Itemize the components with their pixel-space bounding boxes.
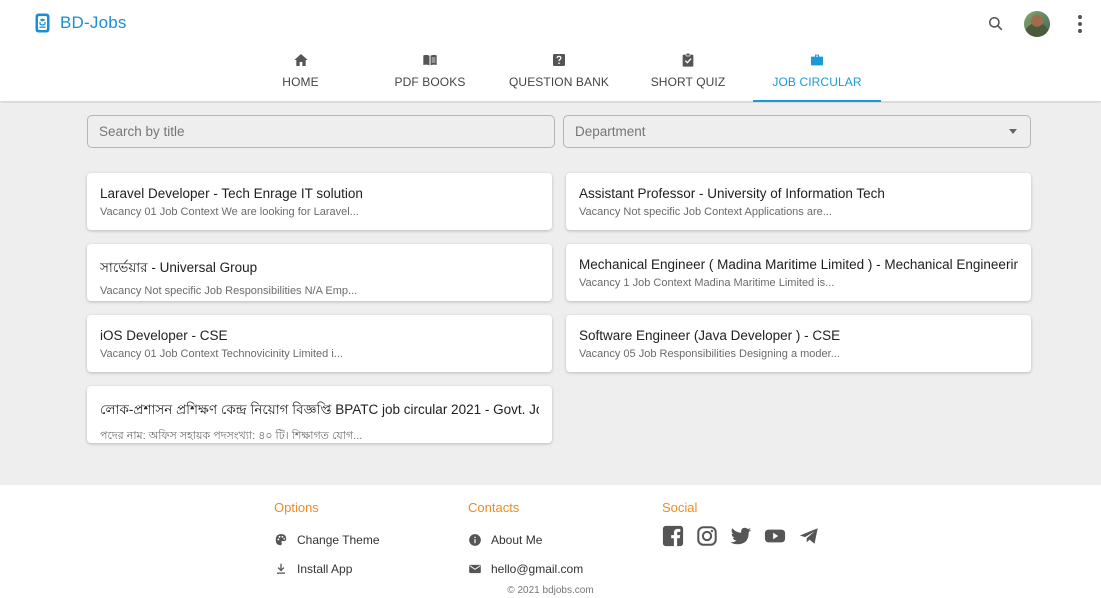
tab-label: PDF BOOKS (394, 75, 466, 89)
job-title: Assistant Professor - University of Info… (579, 186, 885, 201)
options-heading: Options (274, 500, 319, 515)
twitter-icon[interactable] (730, 525, 752, 547)
avatar[interactable] (1024, 11, 1050, 37)
job-title: iOS Developer - CSE (100, 328, 228, 343)
social-links (662, 525, 820, 547)
tab-label: QUESTION BANK (509, 75, 609, 89)
app-logo-icon (35, 13, 50, 33)
social-heading: Social (662, 500, 698, 515)
job-desc: Vacancy 01 Job Context We are looking fo… (100, 206, 359, 218)
clipboard-check-icon (682, 53, 694, 67)
job-title: Software Engineer (Java Developer ) - CS… (579, 328, 841, 343)
email-icon (469, 564, 481, 573)
department-label: Department (575, 124, 646, 139)
job-card[interactable]: লোক-প্রশাসন প্রশিক্ষণ কেন্দ্র নিয়োগ বিজ… (87, 386, 552, 443)
tab-label: JOB CIRCULAR (772, 75, 862, 89)
top-actions (986, 10, 1101, 38)
email-link[interactable]: hello@gmail.com (468, 554, 583, 583)
job-list-area: Department Laravel Developer - Tech Enra… (0, 103, 1101, 485)
app-bar: BD-Jobs (0, 0, 1101, 46)
nav-tabs: HOME PDF BOOKS QUESTION BANK SHORT QUIZ … (0, 46, 1101, 102)
telegram-icon[interactable] (798, 525, 820, 547)
change-theme-link[interactable]: Change Theme (274, 525, 380, 554)
job-title: লোক-প্রশাসন প্রশিক্ষণ কেন্দ্র নিয়োগ বিজ… (100, 402, 539, 417)
job-desc: Vacancy Not specific Job Context Applica… (579, 206, 832, 218)
change-theme-label: Change Theme (297, 532, 380, 547)
tab-home[interactable]: HOME (263, 46, 338, 102)
footer: Options Change Theme Install App Contact… (0, 485, 1101, 598)
job-desc: Vacancy Not specific Job Responsibilitie… (100, 285, 358, 297)
job-desc: Vacancy 1 Job Context Madina Maritime Li… (579, 277, 835, 289)
job-title: সার্ভেয়ার - Universal Group (100, 260, 258, 275)
job-desc: পদের নাম: অফিস সহায়ক পদসংখ্যা: ৪০ টি। শ… (100, 430, 363, 442)
download-icon (276, 563, 286, 574)
job-desc: Vacancy 05 Job Responsibilities Designin… (579, 348, 840, 360)
job-title: Laravel Developer - Tech Enrage IT solut… (100, 186, 363, 201)
tab-label: SHORT QUIZ (650, 75, 726, 89)
install-app-label: Install App (297, 561, 353, 576)
tab-job-circular[interactable]: JOB CIRCULAR (753, 46, 881, 102)
help-box-icon (553, 54, 565, 66)
footer-contacts: Contacts About Me hello@gmail.com (468, 500, 583, 583)
job-card[interactable]: Assistant Professor - University of Info… (566, 173, 1031, 230)
copyright: © 2021 bdjobs.com (507, 585, 594, 596)
job-card[interactable]: Software Engineer (Java Developer ) - CS… (566, 315, 1031, 372)
info-icon (469, 533, 481, 546)
more-vert-icon[interactable] (1070, 14, 1090, 34)
tab-pdf-books[interactable]: PDF BOOKS (380, 46, 480, 102)
brand[interactable]: BD-Jobs (35, 13, 127, 33)
app-title: BD-Jobs (60, 13, 127, 32)
install-app-link[interactable]: Install App (274, 554, 380, 583)
tab-short-quiz[interactable]: SHORT QUIZ (644, 46, 732, 102)
job-card[interactable]: সার্ভেয়ার - Universal Group Vacancy Not… (87, 244, 552, 301)
department-select[interactable]: Department (563, 115, 1031, 148)
briefcase-icon (811, 54, 823, 66)
tab-question-bank[interactable]: QUESTION BANK (505, 46, 613, 102)
youtube-icon[interactable] (764, 525, 786, 547)
footer-options: Options Change Theme Install App (274, 500, 380, 583)
about-me-link[interactable]: About Me (468, 525, 583, 554)
job-title: Mechanical Engineer ( Madina Maritime Li… (579, 257, 1018, 272)
tab-label: HOME (282, 75, 319, 89)
job-card[interactable]: Mechanical Engineer ( Madina Maritime Li… (566, 244, 1031, 301)
dropdown-arrow-icon (1009, 129, 1017, 134)
job-card[interactable]: Laravel Developer - Tech Enrage IT solut… (87, 173, 552, 230)
instagram-icon[interactable] (696, 525, 718, 547)
contacts-heading: Contacts (468, 500, 520, 515)
palette-icon (275, 533, 287, 545)
search-icon[interactable] (986, 14, 1006, 34)
search-input[interactable] (87, 115, 555, 148)
email-label: hello@gmail.com (491, 561, 584, 576)
about-me-label: About Me (491, 532, 543, 547)
job-card[interactable]: iOS Developer - CSE Vacancy 01 Job Conte… (87, 315, 552, 372)
book-icon (423, 54, 437, 66)
footer-social: Social (662, 500, 820, 547)
home-icon (293, 54, 308, 66)
job-desc: Vacancy 01 Job Context Technovicinity Li… (100, 348, 343, 360)
facebook-icon[interactable] (662, 525, 684, 547)
